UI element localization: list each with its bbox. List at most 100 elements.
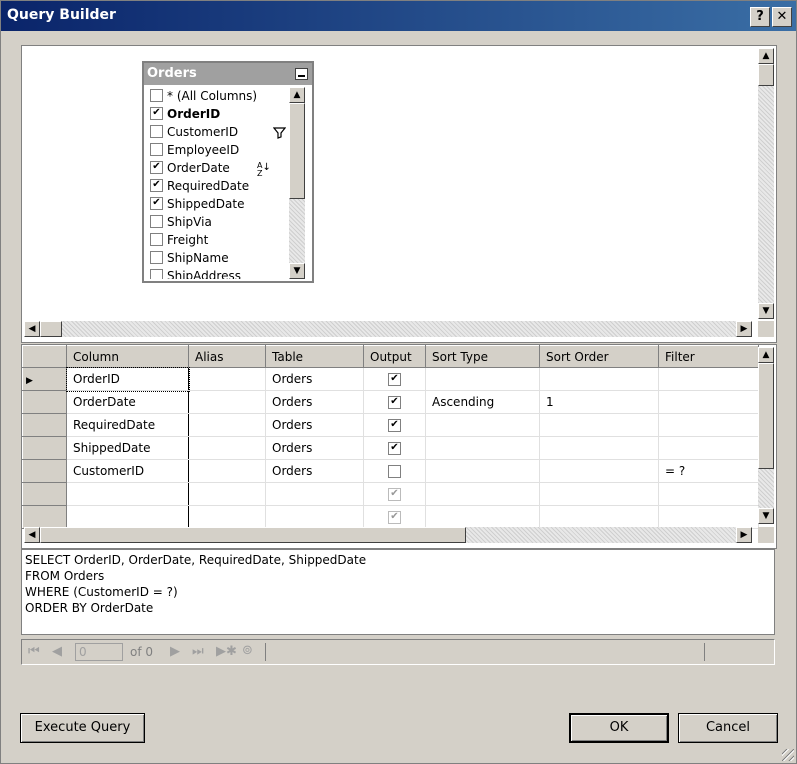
grid-cell-sort-order[interactable] [539, 459, 659, 483]
grid-cell-filter[interactable] [658, 367, 759, 391]
table-column-item[interactable]: ShipName [146, 249, 289, 267]
move-previous-icon[interactable]: ◀ [52, 644, 62, 659]
grid-cell-filter[interactable]: = ? [658, 459, 759, 483]
help-button[interactable]: ? [750, 7, 770, 27]
output-checkbox[interactable]: ✔ [388, 442, 401, 455]
grid-hscroll-thumb[interactable] [40, 527, 466, 543]
grid-cell-column[interactable] [66, 505, 189, 529]
diagram-scroll-right-button[interactable]: ▶ [736, 321, 752, 337]
grid-cell-column[interactable]: OrderDate [66, 390, 189, 414]
grid-cell-table[interactable] [265, 505, 364, 529]
table-column-item[interactable]: ShipAddress [146, 267, 289, 279]
grid-cell-sort-order[interactable] [539, 367, 659, 391]
output-checkbox[interactable]: ✔ [388, 373, 401, 386]
grid-cell-filter[interactable] [658, 505, 759, 529]
row-selector[interactable] [22, 459, 67, 483]
grid-cell-alias[interactable] [188, 436, 266, 460]
grid-column-header[interactable]: Sort Order [539, 345, 659, 368]
table-column-item[interactable]: ✔ ShippedDate [146, 195, 289, 213]
execute-query-button[interactable]: Execute Query [20, 713, 145, 743]
grid-cell-sort-order[interactable] [539, 436, 659, 460]
grid-column-header[interactable]: Filter [658, 345, 759, 368]
grid-cell-sort-type[interactable]: Ascending [425, 390, 540, 414]
ok-button[interactable]: OK [569, 713, 669, 743]
grid-scroll-up-button[interactable]: ▲ [758, 347, 774, 363]
grid-cell-table[interactable]: Orders [265, 390, 364, 414]
grid-scroll-left-button[interactable]: ◀ [24, 527, 40, 543]
grid-cell-sort-order[interactable]: 1 [539, 390, 659, 414]
grid-cell-sort-order[interactable] [539, 505, 659, 529]
diagram-vscroll-thumb[interactable] [758, 64, 774, 86]
table-column-item[interactable]: ✔ RequiredDate [146, 177, 289, 195]
grid-row[interactable]: ▶ OrderID Orders ✔ [22, 366, 759, 392]
grid-cell-filter[interactable] [658, 413, 759, 437]
grid-row[interactable]: ✔ [22, 482, 759, 506]
output-checkbox-cell[interactable]: ✔ [363, 482, 426, 506]
column-checkbox[interactable]: ✔ [150, 179, 163, 192]
table-orders-box[interactable]: Orders * (All Columns) ✔ OrderID CustomerID… [142, 61, 314, 283]
grid-column-header[interactable]: Column [66, 345, 189, 368]
row-selector[interactable] [22, 390, 67, 414]
table-column-item[interactable]: ShipVia [146, 213, 289, 231]
position-input[interactable] [75, 643, 123, 661]
sql-pane[interactable]: SELECT OrderID, OrderDate, RequiredDate,… [21, 549, 775, 635]
minimize-table-button[interactable] [295, 68, 308, 80]
grid-cell-table[interactable]: Orders [265, 436, 364, 460]
grid-cell-sort-type[interactable] [425, 413, 540, 437]
table-scroll-down-button[interactable]: ▼ [289, 263, 305, 279]
row-selector[interactable]: ▶ [22, 367, 67, 391]
criteria-grid[interactable]: Column Alias Table Output Sort Type Sort Orde… [21, 344, 777, 549]
grid-column-header[interactable]: Alias [188, 345, 266, 368]
column-checkbox[interactable] [150, 125, 163, 138]
table-scroll-thumb[interactable] [289, 103, 305, 199]
grid-vscroll-thumb[interactable] [758, 363, 774, 469]
grid-column-header[interactable]: Output [363, 345, 426, 368]
grid-cell-column[interactable]: ShippedDate [66, 436, 189, 460]
row-selector[interactable] [22, 413, 67, 437]
grid-cell-sort-type[interactable] [425, 482, 540, 506]
move-next-icon[interactable]: ▶ [170, 644, 180, 659]
row-selector[interactable] [22, 436, 67, 460]
grid-cell-alias[interactable] [188, 413, 266, 437]
resize-grip[interactable] [782, 749, 794, 761]
move-first-icon[interactable]: ⏮ [28, 644, 40, 659]
table-scroll-up-button[interactable]: ▲ [289, 87, 305, 103]
cancel-button[interactable]: Cancel [678, 713, 778, 743]
column-checkbox[interactable] [150, 233, 163, 246]
column-checkbox[interactable]: ✔ [150, 161, 163, 174]
grid-cell-column[interactable]: RequiredDate [66, 413, 189, 437]
column-checkbox[interactable] [150, 143, 163, 156]
table-column-item[interactable]: EmployeeID [146, 141, 289, 159]
grid-cell-sort-order[interactable] [539, 413, 659, 437]
output-checkbox[interactable]: ✔ [388, 488, 401, 501]
diagram-pane[interactable]: Orders * (All Columns) ✔ OrderID CustomerID… [21, 45, 777, 343]
grid-cell-filter[interactable] [658, 482, 759, 506]
diagram-vscroll-track[interactable] [758, 64, 774, 303]
diagram-scroll-up-button[interactable]: ▲ [758, 48, 774, 64]
output-checkbox-cell[interactable]: ✔ [363, 367, 426, 391]
cancel-query-icon[interactable]: ⊚ [242, 643, 253, 658]
grid-row[interactable]: CustomerID Orders = ? [22, 459, 759, 483]
grid-corner-header[interactable] [22, 345, 67, 368]
grid-cell-filter[interactable] [658, 436, 759, 460]
grid-cell-sort-type[interactable] [425, 505, 540, 529]
grid-cell-table[interactable] [265, 482, 364, 506]
grid-cell-alias[interactable] [188, 367, 266, 391]
table-column-item[interactable]: CustomerID [146, 123, 289, 141]
output-checkbox-cell[interactable] [363, 459, 426, 483]
grid-row[interactable]: RequiredDate Orders ✔ [22, 413, 759, 437]
column-checkbox[interactable] [150, 215, 163, 228]
row-selector[interactable] [22, 482, 67, 506]
grid-scroll-right-button[interactable]: ▶ [736, 527, 752, 543]
grid-cell-filter[interactable] [658, 390, 759, 414]
grid-column-header[interactable]: Table [265, 345, 364, 368]
grid-cell-column[interactable] [66, 482, 189, 506]
move-last-icon[interactable]: ⏭ [192, 644, 204, 659]
grid-cell-alias[interactable] [188, 459, 266, 483]
grid-cell-sort-order[interactable] [539, 482, 659, 506]
column-checkbox[interactable] [150, 89, 163, 102]
new-row-icon[interactable]: ▶✱ [216, 644, 237, 659]
grid-scroll-down-button[interactable]: ▼ [758, 508, 774, 524]
grid-row[interactable]: ShippedDate Orders ✔ [22, 436, 759, 460]
output-checkbox-cell[interactable]: ✔ [363, 505, 426, 529]
